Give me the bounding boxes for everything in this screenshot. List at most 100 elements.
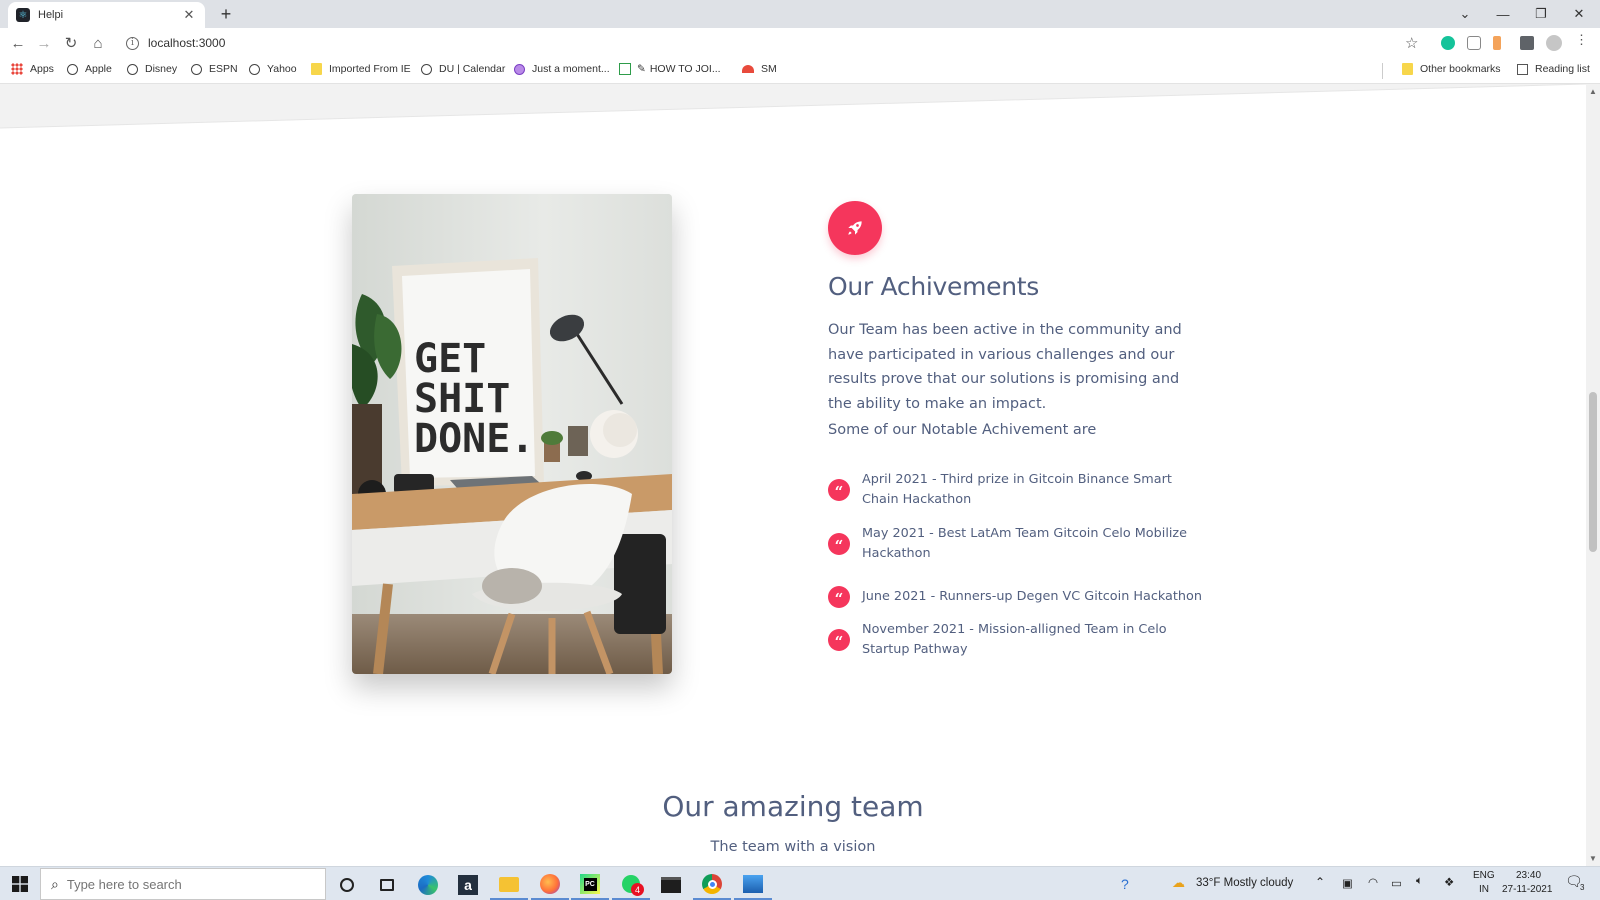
battery-icon[interactable]: ▭ <box>1391 876 1402 890</box>
url-text[interactable]: localhost:3000 <box>148 36 225 50</box>
globe-icon <box>127 63 138 75</box>
chevron-up-icon[interactable]: ⌃ <box>1315 875 1325 889</box>
site-info-icon[interactable]: i <box>126 36 139 50</box>
team-subtitle: The team with a vision <box>710 839 876 855</box>
achievements-description: Our Team has been active in the communit… <box>828 322 1182 412</box>
windows-taskbar: ⌕ a PC 4 ? ☁ 33°F Mostly cloud <box>0 866 1600 900</box>
react-favicon-icon: ⚛ <box>16 8 30 22</box>
back-arrow-icon[interactable]: ← <box>7 32 29 54</box>
close-window-button[interactable]: ✕ <box>1560 0 1598 28</box>
bookmark-sm[interactable]: SM <box>742 63 777 75</box>
bookmark-espn[interactable]: ESPN <box>191 63 238 75</box>
browser-toolbar: ← → ↻ ⌂ i localhost:3000 ☆ ⋮ <box>0 28 1600 58</box>
site-favicon-icon <box>619 63 631 75</box>
bookmarks-bar: Apps Apple Disney ESPN Yahoo Imported Fr… <box>0 58 1600 84</box>
pocket-extension-icon[interactable] <box>1467 36 1481 50</box>
scroll-up-arrow-icon[interactable]: ▲ <box>1589 87 1597 96</box>
poster-text-done: DONE. <box>414 416 534 462</box>
dropbox-icon[interactable]: ❖ <box>1444 875 1454 889</box>
section-divider-shape <box>0 84 1586 129</box>
bookmark-star-icon[interactable]: ☆ <box>1405 34 1418 52</box>
browser-tab-strip: ⚛ Helpi ✕ + ⌄ — ❐ ✕ <box>0 0 1600 28</box>
bookmark-just-a-moment[interactable]: Just a moment... <box>514 63 610 75</box>
notification-badge: 4 <box>631 883 644 896</box>
clock-date[interactable]: 27-11-2021 <box>1502 884 1552 895</box>
address-bar[interactable]: i localhost:3000 <box>118 31 1428 55</box>
bookmark-how-to-join[interactable]: ✎ HOW TO JOI... <box>619 63 721 75</box>
whatsapp-icon[interactable]: 4 <box>612 870 650 900</box>
globe-icon <box>421 63 432 75</box>
terminal-icon[interactable] <box>652 870 690 900</box>
bookmark-disney[interactable]: Disney <box>127 63 177 75</box>
minimize-window-button[interactable]: — <box>1484 0 1522 28</box>
help-icon[interactable]: ? <box>1121 876 1129 892</box>
list-item: “ May 2021 - Best LatAm Team Gitcoin Cel… <box>828 524 1208 564</box>
reading-list-button[interactable]: Reading list <box>1517 63 1590 75</box>
desk-illustration: GET SHIT DONE. <box>352 194 672 674</box>
firefox-icon[interactable] <box>531 870 569 900</box>
weather-text[interactable]: 33°F Mostly cloudy <box>1196 877 1293 889</box>
rocket-icon <box>848 221 862 235</box>
bookmarks-divider <box>1382 63 1383 79</box>
tab-title: Helpi <box>38 9 64 21</box>
achievement-text: May 2021 - Best LatAm Team Gitcoin Celo … <box>862 526 1188 561</box>
achievement-text: June 2021 - Runners-up Degen VC Gitcoin … <box>862 589 1202 604</box>
amazon-app-icon[interactable]: a <box>449 870 487 900</box>
quote-icon: “ <box>828 586 850 608</box>
bookmark-yahoo[interactable]: Yahoo <box>249 63 297 75</box>
list-item: “ June 2021 - Runners-up Degen VC Gitcoi… <box>828 586 1208 608</box>
taskbar-search-input[interactable] <box>66 876 307 892</box>
globe-icon <box>67 63 78 75</box>
pycharm-icon[interactable]: PC <box>571 870 609 900</box>
site-favicon-icon <box>742 65 754 73</box>
home-icon[interactable]: ⌂ <box>87 32 109 54</box>
quote-icon: “ <box>828 479 850 501</box>
scrollbar-thumb[interactable] <box>1589 392 1597 552</box>
chrome-menu-icon[interactable]: ⋮ <box>1575 32 1589 47</box>
apps-grid-icon <box>11 63 23 75</box>
bookmark-apps[interactable]: Apps <box>11 63 54 75</box>
notification-count: 3 <box>1580 883 1585 892</box>
globe-icon <box>249 63 260 75</box>
bookmark-du-calendar[interactable]: DU | Calendar <box>421 63 505 75</box>
achievements-subtitle: Some of our Notable Achivement are <box>828 422 1097 438</box>
input-language-line1[interactable]: ENG <box>1473 870 1495 881</box>
page-scrollbar[interactable]: ▲ ▼ <box>1586 84 1600 866</box>
globe-icon <box>191 63 202 75</box>
pencil-icon: ✎ <box>637 63 646 75</box>
windows-start-icon[interactable] <box>12 876 28 892</box>
bookmark-imported-from-ie[interactable]: Imported From IE <box>311 63 411 75</box>
extension-icon[interactable] <box>1493 36 1501 50</box>
reload-icon[interactable]: ↻ <box>60 32 82 54</box>
close-tab-icon[interactable]: ✕ <box>181 7 197 23</box>
new-tab-button[interactable]: + <box>216 4 236 25</box>
wifi-icon[interactable]: ◠ <box>1368 875 1378 889</box>
restore-window-button[interactable]: ❐ <box>1522 0 1560 28</box>
edge-browser-icon[interactable] <box>409 870 447 900</box>
scroll-down-arrow-icon[interactable]: ▼ <box>1589 854 1597 863</box>
browser-tab-helpi[interactable]: ⚛ Helpi ✕ <box>8 2 205 28</box>
meet-now-icon[interactable]: ▣ <box>1342 876 1353 890</box>
bookmark-apple[interactable]: Apple <box>67 63 112 75</box>
taskbar-search-box[interactable]: ⌕ <box>40 868 326 900</box>
web-page-content: GET SHIT DONE. Our Achivements Our Team … <box>0 84 1586 866</box>
weather-icon[interactable]: ☁ <box>1172 875 1185 891</box>
search-icon: ⌕ <box>51 875 59 892</box>
tab-search-icon[interactable]: ⌄ <box>1446 0 1484 28</box>
profile-avatar-icon[interactable] <box>1546 35 1562 51</box>
grammarly-extension-icon[interactable] <box>1441 36 1455 50</box>
task-view-icon[interactable] <box>368 870 406 900</box>
rocket-badge <box>828 201 882 255</box>
photos-app-icon[interactable] <box>734 870 772 900</box>
bookmark-other-bookmarks[interactable]: Other bookmarks <box>1402 63 1501 75</box>
input-language-line2[interactable]: IN <box>1479 884 1489 895</box>
volume-icon[interactable]: 🔈︎ <box>1416 875 1423 888</box>
achievements-heading: Our Achivements <box>828 272 1040 301</box>
puzzle-extensions-icon[interactable] <box>1520 36 1534 50</box>
file-explorer-icon[interactable] <box>490 870 528 900</box>
clock-time[interactable]: 23:40 <box>1516 870 1541 881</box>
folder-icon <box>311 63 322 75</box>
forward-arrow-icon[interactable]: → <box>33 32 55 54</box>
cortana-icon[interactable] <box>328 870 366 900</box>
chrome-icon[interactable] <box>693 870 731 900</box>
